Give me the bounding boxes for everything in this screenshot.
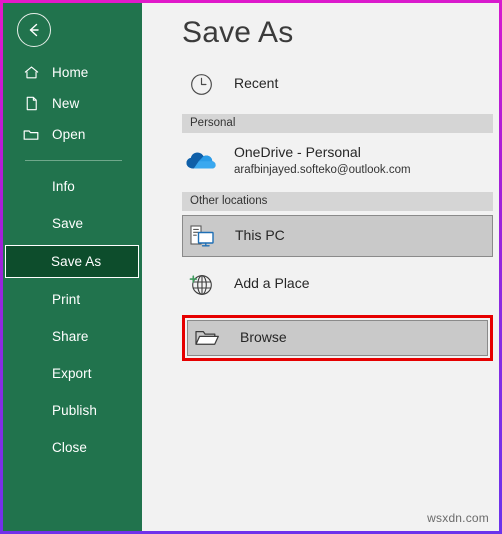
recent-label: Recent — [234, 75, 279, 92]
sidebar-item-label: Close — [52, 440, 88, 455]
excel-backstage-window: Home New Open Info Save Save As Print Sh… — [0, 0, 502, 534]
this-pc-text-group: This PC — [235, 227, 285, 245]
sidebar-item-label: Home — [52, 65, 89, 80]
this-pc-row[interactable]: This PC — [182, 215, 493, 257]
onedrive-cloud-icon — [182, 149, 220, 173]
onedrive-personal-row[interactable]: OneDrive - Personal arafbinjayed.softeko… — [182, 136, 499, 186]
sidebar-item-save[interactable]: Save — [3, 208, 142, 239]
sidebar-item-print[interactable]: Print — [3, 284, 142, 315]
clock-icon — [182, 71, 220, 98]
other-locations-section-header: Other locations — [182, 192, 493, 211]
home-icon — [21, 63, 41, 83]
watermark: wsxdn.com — [427, 511, 489, 525]
new-icon — [21, 94, 41, 114]
onedrive-name: OneDrive - Personal — [234, 144, 361, 161]
this-pc-icon — [183, 223, 221, 249]
sidebar-item-save-as[interactable]: Save As — [5, 245, 139, 278]
sidebar-item-home[interactable]: Home — [3, 57, 142, 88]
sidebar-item-label: Share — [52, 329, 89, 344]
sidebar-item-share[interactable]: Share — [3, 321, 142, 352]
browse-highlight-box: Browse — [182, 315, 493, 361]
sidebar-item-publish[interactable]: Publish — [3, 395, 142, 426]
sidebar-item-label: New — [52, 96, 80, 111]
sidebar-item-label: Save As — [51, 254, 102, 269]
save-as-pane: Save As Recent Personal OneDrive - Perso… — [142, 3, 499, 531]
open-folder-icon — [188, 327, 226, 349]
browse-text-group: Browse — [240, 329, 287, 347]
sidebar-item-label: Export — [52, 366, 92, 381]
sidebar-item-label: Print — [52, 292, 81, 307]
add-a-place-row[interactable]: Add a Place — [182, 263, 499, 305]
browse-row[interactable]: Browse — [187, 320, 488, 356]
globe-plus-icon — [182, 270, 220, 298]
sidebar-item-export[interactable]: Export — [3, 358, 142, 389]
backstage-inner: Home New Open Info Save Save As Print Sh… — [3, 3, 499, 531]
personal-section-header: Personal — [182, 114, 493, 133]
back-arrow-icon[interactable] — [17, 13, 51, 47]
backstage-sidebar: Home New Open Info Save Save As Print Sh… — [3, 3, 142, 531]
onedrive-text-group: OneDrive - Personal arafbinjayed.softeko… — [234, 144, 411, 177]
sidebar-item-label: Save — [52, 216, 84, 231]
sidebar-item-info[interactable]: Info — [3, 171, 142, 202]
sidebar-item-close[interactable]: Close — [3, 432, 142, 463]
onedrive-account: arafbinjayed.softeko@outlook.com — [234, 163, 411, 176]
backstage-nav-list: Home New Open Info Save Save As Print Sh… — [3, 57, 142, 463]
folder-icon — [21, 125, 41, 145]
sidebar-divider — [25, 160, 122, 161]
add-a-place-label: Add a Place — [234, 275, 310, 292]
recent-row[interactable]: Recent — [182, 65, 499, 103]
sidebar-item-label: Publish — [52, 403, 97, 418]
recent-label-group: Recent — [234, 75, 278, 93]
sidebar-item-label: Open — [52, 127, 86, 142]
sidebar-item-open[interactable]: Open — [3, 119, 142, 150]
browse-label: Browse — [240, 329, 287, 346]
this-pc-label: This PC — [235, 227, 285, 244]
sidebar-item-new[interactable]: New — [3, 88, 142, 119]
sidebar-item-label: Info — [52, 179, 75, 194]
page-title: Save As — [182, 16, 294, 49]
add-a-place-text-group: Add a Place — [234, 275, 310, 293]
